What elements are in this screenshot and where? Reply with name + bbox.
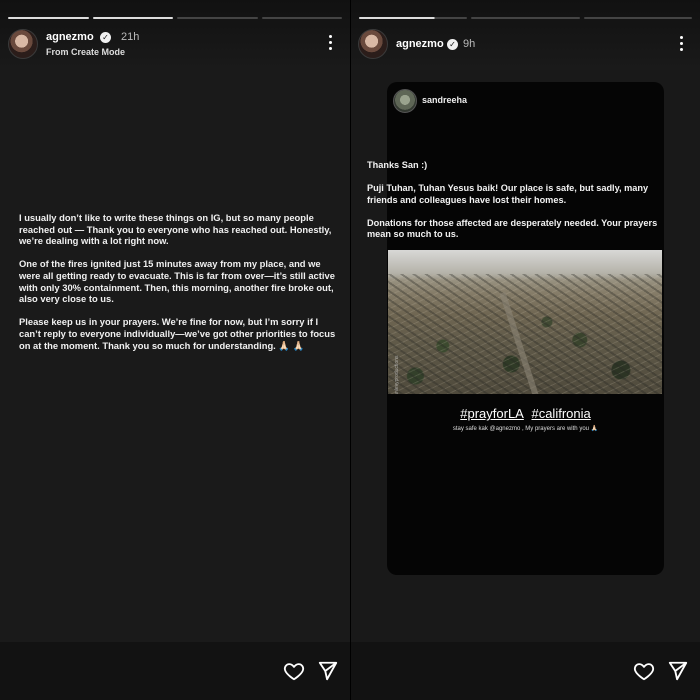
- story-text: I usually don’t like to write these thin…: [19, 212, 337, 363]
- story-overlay-text: Thanks San :) Puji Tuhan, Tuhan Yesus ba…: [367, 160, 667, 252]
- more-options-icon[interactable]: [327, 35, 333, 51]
- reshared-story-card[interactable]: sandreeha ryanlevyproductions #prayforLA…: [387, 82, 664, 575]
- post-time: 9h: [463, 38, 476, 50]
- story-paragraph: One of the fires ignited just 15 minutes…: [19, 258, 335, 305]
- heart-icon[interactable]: [633, 660, 655, 682]
- story-paragraph: Donations for those affected are despera…: [367, 217, 658, 240]
- story-paragraph: I usually don’t like to write these thin…: [19, 212, 332, 247]
- story-progress-bar: [8, 17, 342, 19]
- hashtag[interactable]: #califronia: [531, 406, 590, 421]
- progress-segment: [583, 17, 692, 19]
- card-caption: stay safe kak @agnezmo , My prayers are …: [452, 426, 599, 432]
- photo-watermark: ryanlevyproductions: [394, 355, 400, 394]
- avatar[interactable]: [358, 29, 388, 59]
- username[interactable]: agnezmo: [46, 31, 94, 43]
- post-time: 21h: [121, 31, 140, 43]
- progress-segment: [471, 17, 580, 19]
- progress-segment: [359, 17, 468, 19]
- progress-segment: [177, 17, 258, 19]
- send-icon[interactable]: [667, 660, 689, 682]
- username[interactable]: agnezmo: [396, 38, 444, 50]
- story-progress-bar: [359, 17, 692, 19]
- verified-badge-icon: ✓: [447, 39, 458, 50]
- story-paragraph: Puji Tuhan, Tuhan Yesus baik! Our place …: [367, 183, 649, 205]
- story-panel-left: agnezmo ✓ 21h From Create Mode I usually…: [0, 0, 350, 700]
- story-panel-right: agnezmo ✓ 9h sandreeha ryanlevyproductio…: [351, 0, 700, 700]
- hashtag[interactable]: #prayforLA: [460, 406, 524, 421]
- hashtag-row: #prayforLA #califronia: [387, 406, 664, 421]
- progress-segment: [261, 17, 342, 19]
- progress-segment: [92, 17, 173, 19]
- verified-badge-icon: ✓: [100, 32, 111, 43]
- story-subtitle: From Create Mode: [46, 47, 126, 57]
- progress-segment: [8, 17, 89, 19]
- more-options-icon[interactable]: [678, 36, 684, 52]
- card-username[interactable]: sandreeha: [422, 95, 467, 105]
- fire-aftermath-photo: ryanlevyproductions: [388, 250, 662, 394]
- avatar[interactable]: [393, 89, 417, 113]
- avatar[interactable]: [8, 29, 38, 59]
- story-paragraph: Thanks San :): [367, 160, 428, 170]
- heart-icon[interactable]: [283, 660, 305, 682]
- story-paragraph: Please keep us in your prayers. We’re fi…: [19, 316, 336, 351]
- story-header: [351, 0, 700, 70]
- send-icon[interactable]: [317, 660, 339, 682]
